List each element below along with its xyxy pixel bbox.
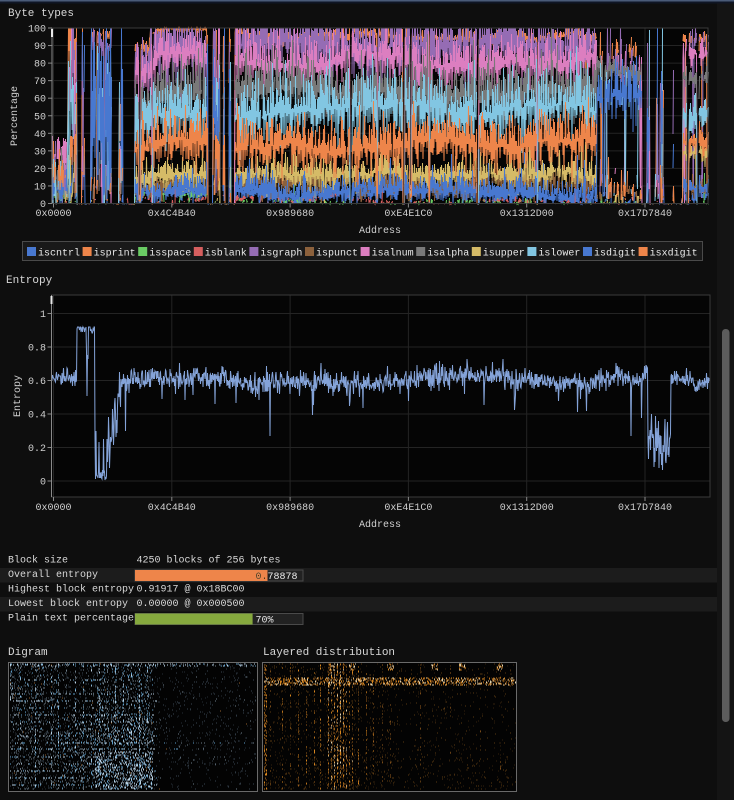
svg-text:0x989680: 0x989680 bbox=[266, 503, 314, 514]
svg-text:isblank: isblank bbox=[205, 248, 247, 260]
svg-text:Layered distribution: Layered distribution bbox=[263, 647, 395, 659]
svg-text:Address: Address bbox=[359, 519, 401, 531]
svg-text:Address: Address bbox=[359, 225, 401, 237]
svg-text:islower: islower bbox=[538, 248, 580, 260]
svg-text:isupper: isupper bbox=[483, 248, 525, 260]
svg-text:isdigit: isdigit bbox=[594, 248, 636, 260]
svg-text:isspace: isspace bbox=[149, 248, 191, 260]
svg-text:0: 0 bbox=[40, 478, 46, 489]
svg-text:Overall entropy: Overall entropy bbox=[8, 569, 98, 581]
svg-text:40: 40 bbox=[34, 130, 46, 141]
svg-text:isgraph: isgraph bbox=[260, 248, 302, 260]
svg-text:0x4C4B40: 0x4C4B40 bbox=[148, 503, 196, 514]
svg-text:0x17D7840: 0x17D7840 bbox=[618, 503, 672, 514]
svg-text:0x1312D00: 0x1312D00 bbox=[500, 209, 554, 220]
svg-text:90: 90 bbox=[34, 42, 46, 53]
svg-text:1: 1 bbox=[40, 310, 46, 321]
svg-text:0.8: 0.8 bbox=[28, 344, 46, 355]
svg-text:isxdigit: isxdigit bbox=[650, 248, 698, 260]
svg-text:iscntrl: iscntrl bbox=[38, 248, 80, 260]
svg-text:isalnum: isalnum bbox=[372, 248, 414, 260]
svg-text:0.00000 @ 0x000500: 0.00000 @ 0x000500 bbox=[137, 598, 245, 610]
svg-text:0x4C4B40: 0x4C4B40 bbox=[148, 209, 196, 220]
svg-text:80: 80 bbox=[34, 60, 46, 71]
svg-text:isprint: isprint bbox=[94, 248, 136, 260]
svg-text:0x17D7840: 0x17D7840 bbox=[618, 209, 672, 220]
svg-text:10: 10 bbox=[34, 182, 46, 193]
svg-text:30: 30 bbox=[34, 147, 46, 158]
svg-text:70%: 70% bbox=[256, 616, 274, 627]
svg-text:0xE4E1C0: 0xE4E1C0 bbox=[384, 503, 432, 514]
svg-text:0xE4E1C0: 0xE4E1C0 bbox=[384, 209, 432, 220]
svg-text:0x0000: 0x0000 bbox=[35, 209, 71, 220]
svg-text:60: 60 bbox=[34, 95, 46, 106]
svg-text:Digram: Digram bbox=[8, 647, 48, 659]
svg-text:0.2: 0.2 bbox=[28, 444, 46, 455]
svg-text:Lowest block entropy: Lowest block entropy bbox=[8, 598, 128, 610]
svg-text:0x1312D00: 0x1312D00 bbox=[500, 503, 554, 514]
svg-text:100: 100 bbox=[28, 25, 46, 36]
svg-text:Highest block entropy: Highest block entropy bbox=[8, 584, 134, 596]
svg-text:0.4: 0.4 bbox=[28, 411, 46, 422]
svg-text:Entropy: Entropy bbox=[13, 375, 24, 417]
svg-text:Block size: Block size bbox=[8, 555, 68, 567]
svg-text:0x0000: 0x0000 bbox=[35, 503, 71, 514]
svg-text:Byte types: Byte types bbox=[8, 8, 74, 20]
svg-text:ispunct: ispunct bbox=[316, 248, 358, 260]
svg-text:Entropy: Entropy bbox=[6, 275, 53, 287]
svg-text:0.91917 @ 0x18BC00: 0.91917 @ 0x18BC00 bbox=[137, 584, 245, 596]
svg-text:Percentage: Percentage bbox=[10, 86, 21, 146]
svg-text:20: 20 bbox=[34, 165, 46, 176]
svg-text:50: 50 bbox=[34, 112, 46, 123]
svg-text:70: 70 bbox=[34, 77, 46, 88]
svg-text:isalpha: isalpha bbox=[427, 248, 469, 260]
svg-text:0.6: 0.6 bbox=[28, 377, 46, 388]
svg-text:Plain text percentage: Plain text percentage bbox=[8, 613, 134, 625]
svg-text:4250 blocks of 256 bytes: 4250 blocks of 256 bytes bbox=[137, 555, 281, 567]
svg-text:0x989680: 0x989680 bbox=[266, 209, 314, 220]
